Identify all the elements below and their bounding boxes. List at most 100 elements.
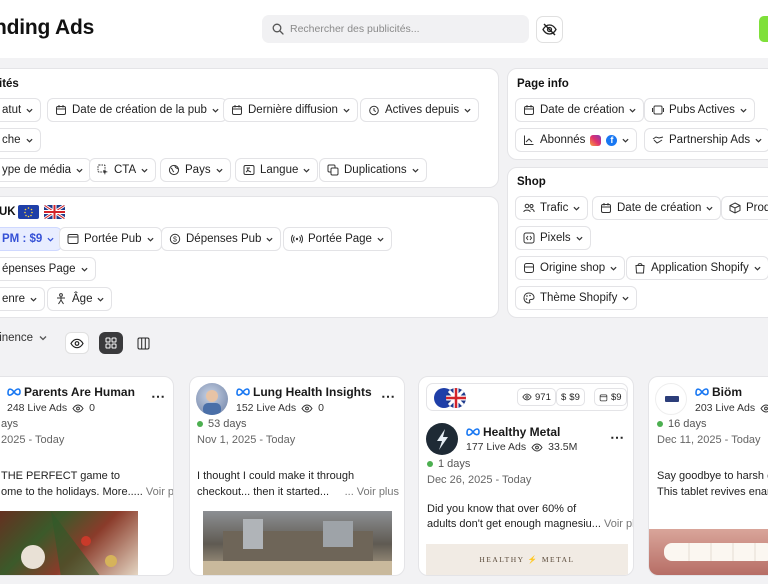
broadcast-icon xyxy=(291,234,303,244)
filter-abonnes[interactable]: Abonnés f xyxy=(515,128,638,152)
filter-age[interactable]: Âge xyxy=(47,287,113,311)
active-days: 1 days xyxy=(427,458,470,470)
chip-label: Application Shopify xyxy=(651,262,749,274)
ad-thumbnail[interactable] xyxy=(649,529,768,575)
chip-label: Âge xyxy=(72,293,93,305)
filter-origine-shop[interactable]: Origine shop xyxy=(515,256,626,280)
dollar-circle-icon: $ xyxy=(169,233,181,245)
filter-cta[interactable]: CTA xyxy=(89,158,157,182)
chart-line-icon xyxy=(524,135,534,145)
filters-title: ités xyxy=(0,78,19,90)
filter-niche[interactable]: che xyxy=(0,128,41,152)
filter-type-media[interactable]: ype de média xyxy=(0,158,92,182)
page-name: Healthy Metal xyxy=(466,425,560,439)
filter-pays[interactable]: Pays xyxy=(160,158,231,182)
filter-portee-pub[interactable]: Portée Pub xyxy=(59,227,162,251)
page-name: Lung Health Insights xyxy=(236,385,372,399)
filter-date-creation-pub[interactable]: Date de création de la pub xyxy=(47,98,227,122)
ad-text-line-2: adults don't get enough magnesiu... Voir… xyxy=(427,516,633,532)
ad-card[interactable]: 971 $ $9 $9 Healthy Metal 177 Live Ads 3… xyxy=(418,376,634,576)
chevron-down-icon xyxy=(39,336,47,341)
filter-duplications[interactable]: Duplications xyxy=(319,158,427,182)
chip-label: Partnership Ads xyxy=(669,134,751,146)
chevron-down-icon xyxy=(573,206,580,211)
top-header: nding Ads xyxy=(0,0,768,58)
chip-label: PM : $9 xyxy=(2,233,43,245)
more-options-icon[interactable]: ⋯ xyxy=(151,388,166,405)
filter-genre[interactable]: enre xyxy=(0,287,46,311)
filter-actives-depuis[interactable]: Actives depuis xyxy=(360,98,480,122)
filter-trafic[interactable]: Trafic xyxy=(515,196,589,220)
language-icon xyxy=(243,165,255,175)
chevron-down-icon xyxy=(622,296,629,301)
grid-view-button[interactable] xyxy=(99,332,123,354)
filter-application-shopify[interactable]: Application Shopify xyxy=(626,256,768,280)
filter-partnership-ads[interactable]: Partnership Ads xyxy=(644,128,768,152)
chevron-down-icon xyxy=(412,168,419,173)
chevron-down-icon xyxy=(266,237,274,242)
chip-label: épenses Page xyxy=(2,263,76,275)
search-bar[interactable] xyxy=(262,15,529,43)
live-ads-info: 203 Live Ads xyxy=(695,402,768,414)
filter-depenses-pub[interactable]: $ Dépenses Pub xyxy=(161,227,282,251)
filter-depenses-page[interactable]: épenses Page xyxy=(0,257,96,281)
ad-card[interactable]: Biöm 203 Live Ads 16 days Dec 11, 2025 -… xyxy=(648,376,768,576)
ad-window-icon xyxy=(67,234,79,244)
chip-label: enre xyxy=(2,293,26,305)
search-input[interactable] xyxy=(290,23,510,35)
hide-toggle-button[interactable] xyxy=(536,16,563,43)
more-options-icon[interactable]: ⋯ xyxy=(610,429,625,446)
meta-icon xyxy=(695,388,709,396)
ad-thumbnail[interactable] xyxy=(0,511,138,575)
eye-icon xyxy=(522,393,532,401)
users-icon xyxy=(523,203,535,213)
filter-derniere-diffusion[interactable]: Dernière diffusion xyxy=(223,98,358,122)
filter-pixels[interactable]: Pixels xyxy=(515,226,591,250)
date-range: Dec 26, 2025 - Today xyxy=(427,474,532,486)
page-title: nding Ads xyxy=(0,16,95,39)
filter-statut[interactable]: atut xyxy=(0,98,42,122)
sort-select[interactable]: tinence xyxy=(0,332,47,344)
filter-cpm[interactable]: PM : $9 xyxy=(0,227,63,251)
chip-label: Portée Pub xyxy=(84,233,142,245)
primary-action-button[interactable] xyxy=(759,16,768,42)
voir-plus-link[interactable]: Voir plus xyxy=(146,486,173,498)
uk-flag-icon xyxy=(446,388,466,408)
ad-card[interactable]: Lung Health Insights 152 Live Ads 0 ⋯ 53… xyxy=(189,376,405,576)
voir-plus-link[interactable]: ... Voir plus xyxy=(345,484,399,500)
page-name: Parents Are Human xyxy=(7,385,135,399)
view-toggle-button[interactable] xyxy=(65,332,89,354)
more-options-icon[interactable]: ⋯ xyxy=(381,388,396,405)
chip-label: Thème Shopify xyxy=(540,292,618,304)
filter-langue[interactable]: Langue xyxy=(235,158,319,182)
filter-portee-page[interactable]: Portée Page xyxy=(283,227,392,251)
ad-card[interactable]: Parents Are Human 248 Live Ads 0 ⋯ ays 2… xyxy=(0,376,174,576)
columns-view-button[interactable] xyxy=(131,332,155,354)
cursor-click-icon xyxy=(97,164,108,175)
chevron-down-icon xyxy=(26,108,33,113)
store-icon xyxy=(524,263,534,273)
stats-bar: 971 $ $9 $9 xyxy=(426,383,628,411)
ad-thumbnail[interactable] xyxy=(203,511,392,575)
region-label: UK xyxy=(0,206,16,218)
voir-plus-link[interactable]: Voir plus xyxy=(604,518,633,530)
chevron-down-icon xyxy=(146,237,154,242)
filter-page-date-creation[interactable]: Date de création xyxy=(515,98,645,122)
filter-produits[interactable]: Prod xyxy=(721,196,768,220)
chip-label: Dernière diffusion xyxy=(248,104,338,116)
filter-pubs-actives[interactable]: Pubs Actives xyxy=(644,98,755,122)
shop-title: Shop xyxy=(517,176,546,188)
facebook-icon: f xyxy=(606,134,618,146)
chevron-down-icon xyxy=(740,108,747,113)
page-avatar xyxy=(426,423,458,455)
filter-shop-date-creation[interactable]: Date de création xyxy=(592,196,722,220)
ad-thumbnail[interactable]: HEALTHY ⚡ METAL xyxy=(426,544,628,575)
grid-icon xyxy=(105,337,117,349)
calendar-icon xyxy=(232,105,242,115)
filters-panel: ités atut Date de création de la pub Der… xyxy=(0,68,499,188)
eye-icon xyxy=(531,442,543,452)
filter-theme-shopify[interactable]: Thème Shopify xyxy=(515,286,638,310)
palette-icon xyxy=(523,292,535,304)
chip-label: Prod xyxy=(746,202,768,214)
chip-label: Abonnés xyxy=(540,134,586,146)
